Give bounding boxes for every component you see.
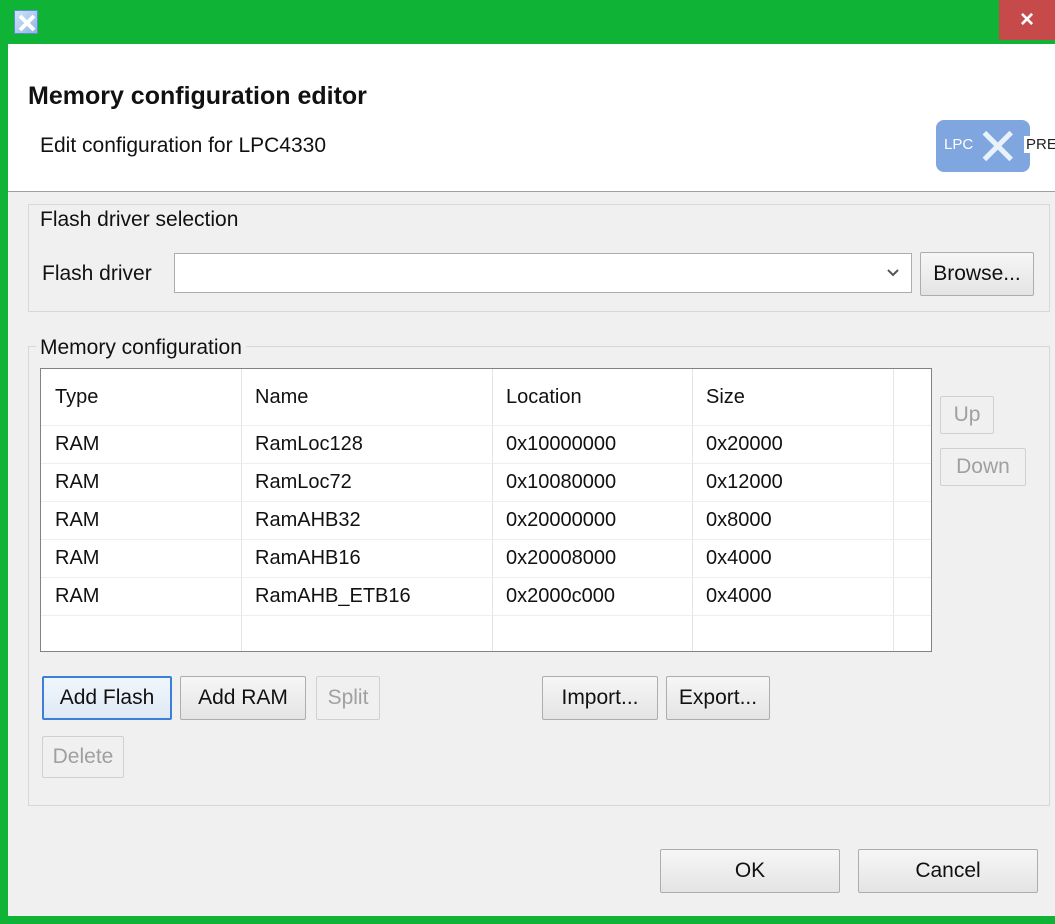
column-header-type[interactable]: Type xyxy=(41,369,241,425)
table-row-3-location[interactable]: 0x20008000 xyxy=(492,539,692,577)
dialog-body: Memory configuration editor Edit configu… xyxy=(8,44,1055,916)
table-row-0-type[interactable]: RAM xyxy=(41,425,241,463)
import-button[interactable]: Import... xyxy=(542,676,658,720)
table-row-4-size[interactable]: 0x4000 xyxy=(692,577,893,615)
ok-button[interactable]: OK xyxy=(660,849,840,893)
title-bar[interactable]: × xyxy=(0,0,1055,44)
column-header-location[interactable]: Location xyxy=(492,369,692,425)
table-row-1-location[interactable]: 0x10080000 xyxy=(492,463,692,501)
flash-driver-label: Flash driver xyxy=(42,262,152,285)
column-header-size[interactable]: Size xyxy=(692,369,893,425)
flash-driver-group-legend: Flash driver selection xyxy=(36,208,243,232)
add-ram-button[interactable]: Add RAM xyxy=(180,676,306,720)
table-row-1-size[interactable]: 0x12000 xyxy=(692,463,893,501)
export-button[interactable]: Export... xyxy=(666,676,770,720)
table-row-1-type[interactable]: RAM xyxy=(41,463,241,501)
table-row-1-name[interactable]: RamLoc72 xyxy=(241,463,492,501)
flash-driver-select[interactable] xyxy=(174,253,912,293)
table-row-3-type[interactable]: RAM xyxy=(41,539,241,577)
dialog-header: Memory configuration editor Edit configu… xyxy=(8,44,1055,192)
table-row-2-name[interactable]: RamAHB32 xyxy=(241,501,492,539)
dialog-window: × Memory configuration editor Edit confi… xyxy=(0,0,1055,924)
table-row-3-size[interactable]: 0x4000 xyxy=(692,539,893,577)
browse-button[interactable]: Browse... xyxy=(920,252,1034,296)
table-row-0-location[interactable]: 0x10000000 xyxy=(492,425,692,463)
table-row-0-size[interactable]: 0x20000 xyxy=(692,425,893,463)
lpcxpresso-logo: LPC ✕ PRESSO xyxy=(936,120,1055,172)
table-row-2-size[interactable]: 0x8000 xyxy=(692,501,893,539)
dialog-title: Memory configuration editor xyxy=(28,82,367,110)
delete-button[interactable]: Delete xyxy=(42,736,124,778)
close-button[interactable]: × xyxy=(999,0,1055,40)
table-row-0-name[interactable]: RamLoc128 xyxy=(241,425,492,463)
chevron-down-icon[interactable] xyxy=(875,254,911,292)
memory-configuration-group-legend: Memory configuration xyxy=(36,336,246,360)
logo-x-icon: ✕ xyxy=(976,120,1020,172)
column-header-name[interactable]: Name xyxy=(241,369,492,425)
logo-text-left: LPC xyxy=(944,136,974,153)
add-flash-button[interactable]: Add Flash xyxy=(42,676,172,720)
memory-table[interactable]: Type Name Location Size RAM RamLoc128 0x… xyxy=(40,368,932,652)
close-icon: × xyxy=(1019,6,1034,33)
table-row-empty[interactable] xyxy=(41,615,893,651)
table-row-2-type[interactable]: RAM xyxy=(41,501,241,539)
table-row-4-location[interactable]: 0x2000c000 xyxy=(492,577,692,615)
cancel-button[interactable]: Cancel xyxy=(858,849,1038,893)
table-row-4-name[interactable]: RamAHB_ETB16 xyxy=(241,577,492,615)
lpcxpresso-app-icon xyxy=(14,10,38,34)
table-row-3-name[interactable]: RamAHB16 xyxy=(241,539,492,577)
split-button[interactable]: Split xyxy=(316,676,380,720)
down-button[interactable]: Down xyxy=(940,448,1026,486)
table-row-4-type[interactable]: RAM xyxy=(41,577,241,615)
table-row-2-location[interactable]: 0x20000000 xyxy=(492,501,692,539)
up-button[interactable]: Up xyxy=(940,396,994,434)
logo-text-right: PRESSO xyxy=(1024,136,1055,153)
dialog-subtitle: Edit configuration for LPC4330 xyxy=(40,134,327,157)
